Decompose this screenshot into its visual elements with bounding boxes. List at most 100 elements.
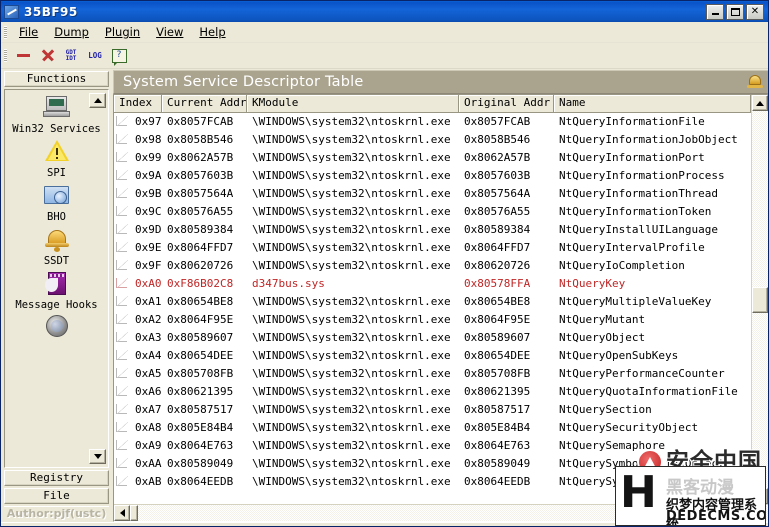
sidebar-scroll-up-button[interactable] bbox=[89, 93, 106, 108]
menu-item-plugin[interactable]: Plugin bbox=[97, 23, 148, 41]
vertical-scrollbar[interactable] bbox=[751, 95, 768, 504]
column-header-index[interactable]: Index bbox=[114, 95, 162, 112]
sidebar-item-ssdt[interactable]: SSDT bbox=[5, 226, 108, 267]
sidebar-scroll-down-button[interactable] bbox=[89, 449, 106, 464]
table-row[interactable]: 0xA7 0x80587517 \WINDOWS\system32\ntoskrnl… bbox=[114, 401, 751, 419]
cell-kmodule: \WINDOWS\system32\ntoskrnl.exe bbox=[252, 187, 451, 200]
sidebar-item-spi[interactable]: SPI bbox=[5, 138, 108, 179]
cell-index: 0xA8 bbox=[135, 421, 162, 434]
sidebar-button-file[interactable]: File bbox=[4, 488, 109, 504]
maximize-button[interactable] bbox=[726, 3, 744, 20]
cell-name: NtQueryInstallUILanguage bbox=[559, 223, 718, 236]
sidebar-item-label: SSDT bbox=[43, 255, 70, 267]
menu-item-help[interactable]: Help bbox=[191, 23, 233, 41]
table-row[interactable]: 0xA6 0x80621395 \WINDOWS\system32\ntoskrnl… bbox=[114, 383, 751, 401]
table-row[interactable]: 0xA5 0x805708FB \WINDOWS\system32\ntoskrnl… bbox=[114, 365, 751, 383]
table-row[interactable]: 0xA9 0x8064E763 \WINDOWS\system32\ntoskrnl… bbox=[114, 437, 751, 455]
cell-current: 0x80654BE8 bbox=[167, 295, 234, 308]
table-row[interactable]: 0xA3 0x80589607 \WINDOWS\system32\ntoskrnl… bbox=[114, 329, 751, 347]
cell-kmodule: \WINDOWS\system32\ntoskrnl.exe bbox=[252, 169, 451, 182]
cell-kmodule: \WINDOWS\system32\ntoskrnl.exe bbox=[252, 457, 451, 470]
vertical-scroll-track[interactable] bbox=[752, 111, 768, 488]
table-row[interactable]: 0x99 0x8062A57B \WINDOWS\system32\ntoskrnl… bbox=[114, 149, 751, 167]
cell-kmodule: \WINDOWS\system32\ntoskrnl.exe bbox=[252, 367, 451, 380]
cell-kmodule: \WINDOWS\system32\ntoskrnl.exe bbox=[252, 115, 451, 128]
scroll-left-button[interactable] bbox=[114, 505, 130, 521]
cell-name: NtQueryInformationFile bbox=[559, 115, 705, 128]
sidebar-header-functions[interactable]: Functions bbox=[4, 71, 109, 87]
menu-plugin-label: Plugin bbox=[104, 25, 141, 39]
table-row[interactable]: 0x97 0x8057FCAB \WINDOWS\system32\ntoskrnl… bbox=[114, 113, 751, 131]
row-marker-icon bbox=[114, 150, 130, 166]
table-row[interactable]: 0x9C 0x80576A55 \WINDOWS\system32\ntoskrnl… bbox=[114, 203, 751, 221]
cell-kmodule: \WINDOWS\system32\ntoskrnl.exe bbox=[252, 331, 451, 344]
vertical-scroll-thumb[interactable] bbox=[752, 287, 768, 313]
sidebar-button-registry[interactable]: Registry bbox=[4, 470, 109, 486]
cell-current: 0x8064F95E bbox=[167, 313, 234, 326]
application-window: 35BF95 ✕ File Dump Plugin View Help GDT … bbox=[0, 0, 769, 527]
menu-item-file[interactable]: File bbox=[11, 23, 46, 41]
cell-original: 0x80620726 bbox=[464, 259, 531, 272]
column-header-current-addr[interactable]: Current Addr bbox=[162, 95, 247, 112]
scroll-down-button[interactable] bbox=[752, 488, 768, 504]
main-panel: System Service Descriptor Table Index Cu… bbox=[111, 69, 768, 522]
menu-grip[interactable] bbox=[4, 25, 7, 39]
table-row[interactable]: 0xAA 0x80589049 \WINDOWS\system32\ntoskrnl… bbox=[114, 455, 751, 473]
cell-name: NtQueryInformationProcess bbox=[559, 169, 725, 182]
cell-kmodule: \WINDOWS\system32\ntoskrnl.exe bbox=[252, 151, 451, 164]
cell-index: 0xAA bbox=[135, 457, 162, 470]
disc-icon bbox=[42, 314, 72, 342]
gdt-idt-button[interactable]: GDT IDT bbox=[59, 45, 83, 66]
table-row[interactable]: 0xAB 0x8064EEDB \WINDOWS\system32\ntoskrnl… bbox=[114, 473, 751, 491]
menu-view-label: View bbox=[156, 25, 184, 39]
sidebar-item-message-hooks[interactable]: Message Hooks bbox=[5, 270, 108, 311]
sidebar-item-bho[interactable]: BHO bbox=[5, 182, 108, 223]
column-header-kmodule[interactable]: KModule bbox=[247, 95, 459, 112]
cell-original: 0x80576A55 bbox=[464, 205, 531, 218]
log-button[interactable]: LOG bbox=[83, 45, 107, 66]
window-controls: ✕ bbox=[706, 3, 764, 20]
horizontal-scroll-track[interactable] bbox=[130, 505, 768, 521]
table-row[interactable]: 0x98 0x8058B546 \WINDOWS\system32\ntoskrnl… bbox=[114, 131, 751, 149]
cell-current: 0x80620726 bbox=[167, 259, 234, 272]
table-row[interactable]: 0xA0 0xF86B02C8 d347bus.sys 0x80578FFA NtQue… bbox=[114, 275, 751, 293]
row-marker-icon bbox=[114, 312, 130, 328]
cell-name: NtQueryPerformanceCounter bbox=[559, 367, 725, 380]
help-button[interactable]: ? bbox=[107, 45, 131, 66]
table-row[interactable]: 0x9E 0x8064FFD7 \WINDOWS\system32\ntoskrnl… bbox=[114, 239, 751, 257]
row-marker-icon bbox=[114, 258, 130, 274]
remove-button[interactable] bbox=[11, 45, 35, 66]
chevron-up-icon bbox=[93, 98, 102, 103]
close-button[interactable]: ✕ bbox=[746, 3, 764, 20]
chevron-down-icon bbox=[93, 454, 102, 459]
table-row[interactable]: 0x9F 0x80620726 \WINDOWS\system32\ntoskrnl… bbox=[114, 257, 751, 275]
close-x-icon bbox=[41, 49, 54, 62]
table-row[interactable]: 0xA8 0x805E84B4 \WINDOWS\system32\ntoskrnl… bbox=[114, 419, 751, 437]
toolbar-grip[interactable] bbox=[4, 49, 7, 62]
cell-name: NtQueryMutant bbox=[559, 313, 646, 326]
table-row[interactable]: 0xA4 0x80654DEE \WINDOWS\system32\ntoskrnl… bbox=[114, 347, 751, 365]
cell-kmodule: \WINDOWS\system32\ntoskrnl.exe bbox=[252, 241, 451, 254]
cell-name: NtQueryIntervalProfile bbox=[559, 241, 705, 254]
horizontal-scroll-thumb[interactable] bbox=[130, 505, 138, 521]
delete-button[interactable] bbox=[35, 45, 59, 66]
sidebar-item-disc[interactable] bbox=[5, 314, 108, 343]
table-row[interactable]: 0x9B 0x8057564A \WINDOWS\system32\ntoskrnl… bbox=[114, 185, 751, 203]
minimize-button[interactable] bbox=[706, 3, 724, 20]
table-row[interactable]: 0xA2 0x8064F95E \WINDOWS\system32\ntoskrnl… bbox=[114, 311, 751, 329]
menu-item-view[interactable]: View bbox=[148, 23, 191, 41]
cell-current: 0x80654DEE bbox=[167, 349, 234, 362]
scroll-up-button[interactable] bbox=[752, 95, 768, 111]
horizontal-scrollbar[interactable] bbox=[114, 504, 768, 521]
table-row[interactable]: 0xA1 0x80654BE8 \WINDOWS\system32\ntoskrnl… bbox=[114, 293, 751, 311]
chevron-left-icon bbox=[119, 509, 125, 517]
menu-item-dump[interactable]: Dump bbox=[46, 23, 97, 41]
ssdt-table: Index Current Addr KModule Original Addr… bbox=[114, 95, 752, 504]
table-row[interactable]: 0x9D 0x80589384 \WINDOWS\system32\ntoskrnl… bbox=[114, 221, 751, 239]
column-header-original-addr[interactable]: Original Addr bbox=[459, 95, 554, 112]
table-row[interactable]: 0x9A 0x8057603B \WINDOWS\system32\ntoskrnl… bbox=[114, 167, 751, 185]
cell-current: 0x8057603B bbox=[167, 169, 234, 182]
column-header-name[interactable]: Name bbox=[554, 95, 752, 112]
title-bar: 35BF95 ✕ bbox=[1, 1, 768, 22]
cell-original: 0x8057603B bbox=[464, 169, 531, 182]
